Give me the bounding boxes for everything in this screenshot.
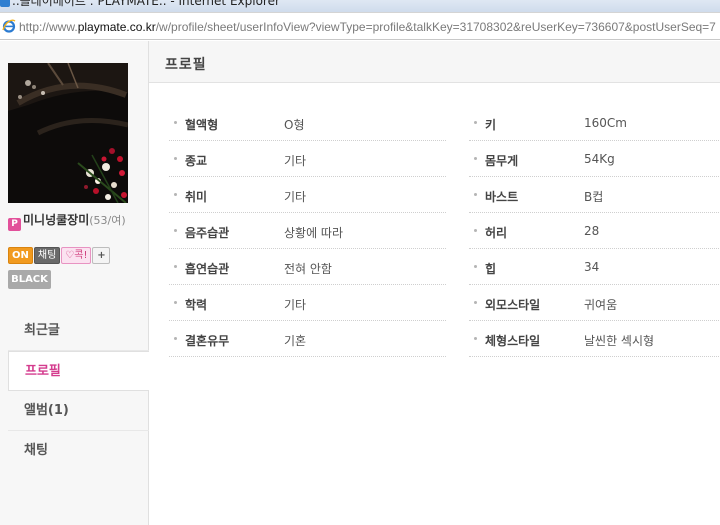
info-value: 기타 [284, 154, 307, 168]
bullet-icon [174, 193, 177, 196]
info-label: 외모스타일 [485, 298, 541, 312]
age-gender: (53/여) [89, 214, 126, 227]
info-label: 학력 [185, 298, 208, 312]
info-label: 바스트 [485, 190, 519, 204]
info-value: 귀여움 [584, 298, 618, 312]
profile-photo-image [8, 63, 128, 203]
url-text[interactable]: http://www.playmate.co.kr/w/profile/shee… [19, 20, 716, 34]
bullet-icon [474, 193, 477, 196]
bullet-icon [174, 265, 177, 268]
internet-explorer-icon [2, 19, 16, 33]
info-row: 결혼유무 기혼 [169, 321, 446, 357]
info-row: 키 160Cm [469, 105, 720, 141]
profile-sidebar: P 미니넝쿨장미(53/여) ON 채팅 ♡콕! + BLACK 최근글 프로필 앨범(… [0, 41, 150, 525]
nav-recent-posts[interactable]: 최근글 [8, 311, 149, 351]
info-value: 28 [584, 224, 600, 238]
info-value: 기타 [284, 190, 307, 204]
address-bar[interactable]: http://www.playmate.co.kr/w/profile/shee… [0, 12, 720, 40]
info-label: 혈액형 [185, 118, 219, 132]
bullet-icon [474, 229, 477, 232]
profile-main: 프로필 혈액형 O형 종교 기타 취미 기타 음주습관 상황에 따라 흡연습관 전혀 안함… [149, 41, 720, 525]
info-label: 몸무게 [485, 154, 519, 168]
info-value: 54Kg [584, 152, 615, 166]
blacklist-button[interactable]: BLACK [8, 270, 51, 289]
bullet-icon [474, 301, 477, 304]
info-row: 취미 기타 [169, 177, 446, 213]
nav-album[interactable]: 앨범(1) [8, 391, 149, 431]
info-label: 종교 [185, 154, 208, 168]
info-value: 34 [584, 260, 600, 274]
info-row: 종교 기타 [169, 141, 446, 177]
bullet-icon [174, 337, 177, 340]
profile-info-right: 키 160Cm 몸무게 54Kg 바스트 B컵 허리 28 힙 34 외모스타일 귀여움 체… [469, 105, 720, 357]
premium-p-icon: P [8, 218, 21, 231]
browser-icon [0, 0, 10, 7]
section-header: 프로필 [149, 41, 720, 83]
profile-photo[interactable] [8, 63, 128, 203]
info-value: 상황에 따라 [284, 226, 344, 240]
nav-profile[interactable]: 프로필 [8, 351, 150, 391]
info-value: 기혼 [284, 334, 307, 348]
info-value: 160Cm [584, 116, 627, 130]
status-badges: ON 채팅 ♡콕! + [8, 247, 148, 264]
info-row: 허리 28 [469, 213, 720, 249]
poke-button[interactable]: ♡콕! [61, 247, 92, 264]
bullet-icon [474, 121, 477, 124]
profile-nav: 최근글 프로필 앨범(1) 채팅 [8, 311, 150, 471]
bullet-icon [474, 265, 477, 268]
nickname[interactable]: 미니넝쿨장미 [23, 213, 89, 227]
bullet-icon [174, 157, 177, 160]
info-row: 혈액형 O형 [169, 105, 446, 141]
window-title: ..플레이메이트 : PLAYMATE.. - Internet Explore… [12, 0, 280, 8]
info-label: 체형스타일 [485, 334, 541, 348]
info-row: 체형스타일 날씬한 섹시형 [469, 321, 720, 357]
info-row: 몸무게 54Kg [469, 141, 720, 177]
info-row: 흡연습관 전혀 안함 [169, 249, 446, 285]
info-label: 취미 [185, 190, 208, 204]
info-row: 외모스타일 귀여움 [469, 285, 720, 321]
bullet-icon [174, 121, 177, 124]
page-title: 프로필 [165, 57, 207, 73]
nickname-row: P 미니넝쿨장미(53/여) [8, 212, 148, 231]
window-titlebar: ..플레이메이트 : PLAYMATE.. - Internet Explore… [0, 0, 720, 12]
info-value: 날씬한 섹시형 [584, 334, 655, 348]
info-label: 키 [485, 118, 497, 132]
info-row: 학력 기타 [169, 285, 446, 321]
info-value: B컵 [584, 190, 604, 204]
add-friend-button[interactable]: + [92, 247, 111, 264]
url-host: playmate.co.kr [77, 20, 156, 34]
url-prefix: http://www. [19, 20, 78, 34]
info-label: 음주습관 [185, 226, 230, 240]
info-row: 바스트 B컵 [469, 177, 720, 213]
info-label: 결혼유무 [185, 334, 230, 348]
info-value: 기타 [284, 298, 307, 312]
bullet-icon [474, 337, 477, 340]
online-badge: ON [8, 247, 33, 264]
bullet-icon [174, 229, 177, 232]
profile-info-left: 혈액형 O형 종교 기타 취미 기타 음주습관 상황에 따라 흡연습관 전혀 안함 학력 기… [169, 105, 446, 357]
info-value: O형 [284, 118, 305, 132]
info-value: 전혀 안함 [284, 262, 332, 276]
info-row: 음주습관 상황에 따라 [169, 213, 446, 249]
chat-button[interactable]: 채팅 [33, 247, 61, 264]
info-label: 허리 [485, 226, 508, 240]
info-row: 힙 34 [469, 249, 720, 285]
bullet-icon [474, 157, 477, 160]
nav-chat[interactable]: 채팅 [8, 431, 149, 471]
info-label: 힙 [485, 262, 497, 276]
bullet-icon [174, 301, 177, 304]
url-path: /w/profile/sheet/userInfoView?viewType=p… [155, 20, 716, 34]
info-label: 흡연습관 [185, 262, 230, 276]
